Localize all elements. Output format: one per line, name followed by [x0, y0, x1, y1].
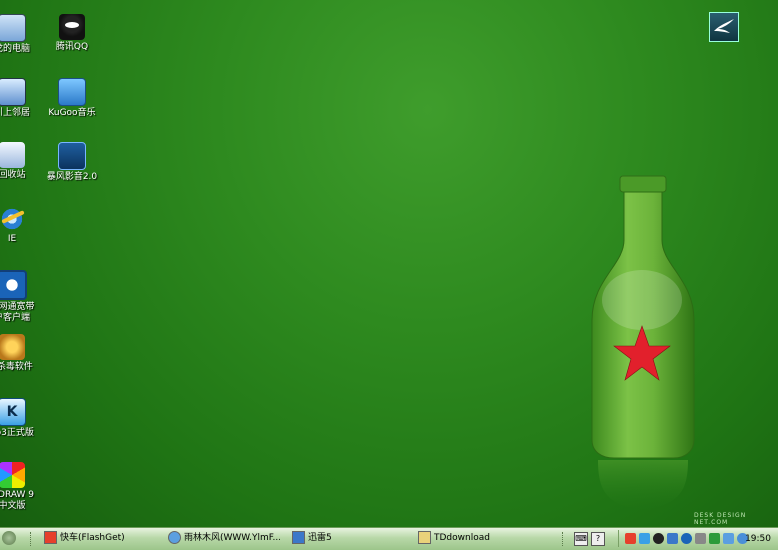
storm-player-icon [58, 142, 86, 170]
taskbar-button-thunder[interactable]: 迅雷5 [292, 530, 402, 547]
desktop-icon-ie[interactable]: IE [0, 206, 42, 245]
flashget-icon [44, 531, 57, 544]
taskbar-separator [562, 532, 565, 546]
desktop-icon-label: 引网通宽带 户客户端 [0, 302, 35, 323]
qq-tray-icon[interactable] [653, 533, 664, 544]
taskbar-button-flashget[interactable]: 快车(FlashGet) [44, 530, 164, 547]
desktop-icon-recycle-bin[interactable]: 回收站 [0, 142, 42, 181]
corner-shortcut-icon[interactable] [709, 12, 739, 42]
kugoo-tray-icon[interactable] [639, 533, 650, 544]
swallow-icon [714, 19, 734, 33]
desktop-icon-label: 回收站 [0, 170, 26, 180]
desktop-icon-network[interactable]: 引上邻居 [0, 78, 42, 119]
folder-icon [418, 531, 431, 544]
thunder-icon [292, 531, 305, 544]
taskbar: 快车(FlashGet) 雨林木风(WWW.YlmF... 迅雷5 TDdown… [0, 527, 778, 550]
desktop-icon-coreldraw[interactable]: elDRAW 9 中文版 [0, 462, 42, 512]
network-tray-icon[interactable] [667, 533, 678, 544]
kugoo3-icon: K [0, 398, 26, 426]
taskbar-button-label: 快车(FlashGet) [60, 533, 125, 543]
start-button[interactable] [2, 531, 16, 545]
broadband-client-icon [0, 270, 27, 300]
desktop-icon-my-computer[interactable]: 戈的电脑 [0, 14, 42, 55]
ie-icon [168, 531, 181, 544]
desktop-icon-antivirus[interactable]: 3杀毒软件 [0, 334, 42, 373]
desktop-icon-broadband-client[interactable]: 引网通宽带 户客户端 [0, 270, 42, 324]
wallpaper-watermark: DESK DESIGN NET.COM [694, 512, 747, 526]
antivirus-tray-icon[interactable] [709, 533, 720, 544]
help-icon[interactable]: ? [591, 532, 605, 546]
desktop-icon-kugoo[interactable]: KuGoo音乐 [42, 78, 102, 119]
desktop-icon-kugoo3[interactable]: K oo3正式版 [0, 398, 42, 439]
desktop-icon-label: 腾讯QQ [55, 42, 89, 52]
taskbar-button-browser[interactable]: 雨林木风(WWW.YlmF... [168, 530, 280, 547]
desktop-icon-qq[interactable]: 腾讯QQ [42, 14, 102, 53]
taskbar-clock[interactable]: 19:50 [745, 532, 771, 547]
broadband-tray-icon[interactable] [681, 533, 692, 544]
network-icon [0, 78, 26, 106]
flashget-tray-icon[interactable] [625, 533, 636, 544]
kugoo-icon [58, 78, 86, 106]
desktop-icon-label: oo3正式版 [0, 428, 34, 438]
system-tray: 19:50 [618, 530, 777, 547]
taskbar-button-label: TDdownload [434, 533, 490, 543]
qq-icon [59, 14, 85, 40]
computer-icon [0, 14, 26, 42]
desktop-icon-label: 3杀毒软件 [0, 362, 33, 372]
volume-icon[interactable] [695, 533, 706, 544]
desktop-icon-label: 暴风影音2.0 [46, 172, 98, 182]
desktop-icon-label: IE [7, 234, 17, 244]
monitor-tray-icon[interactable] [723, 533, 734, 544]
antivirus-icon [0, 334, 25, 360]
taskbar-button-tddownload[interactable]: TDdownload [418, 530, 538, 547]
desktop-icon-storm-player[interactable]: 暴风影音2.0 [42, 142, 102, 183]
desktop: 戈的电脑 引上邻居 回收站 IE 引网通宽带 户客户端 3杀毒软件 K oo3正… [0, 0, 778, 527]
taskbar-button-label: 雨林木风(WWW.YlmF... [184, 533, 280, 543]
desktop-icon-label: 引上邻居 [0, 108, 30, 118]
coreldraw-icon [0, 462, 25, 488]
desktop-icon-label: 戈的电脑 [0, 44, 30, 54]
keyboard-icon[interactable]: ⌨ [574, 532, 588, 546]
taskbar-button-label: 迅雷5 [308, 533, 332, 543]
desktop-icon-label: elDRAW 9 中文版 [0, 490, 34, 511]
taskbar-separator [30, 532, 33, 546]
recycle-bin-icon [0, 142, 25, 168]
desktop-icon-label: KuGoo音乐 [48, 108, 96, 118]
bottle-wallpaper [591, 175, 695, 510]
ie-icon [0, 206, 25, 232]
